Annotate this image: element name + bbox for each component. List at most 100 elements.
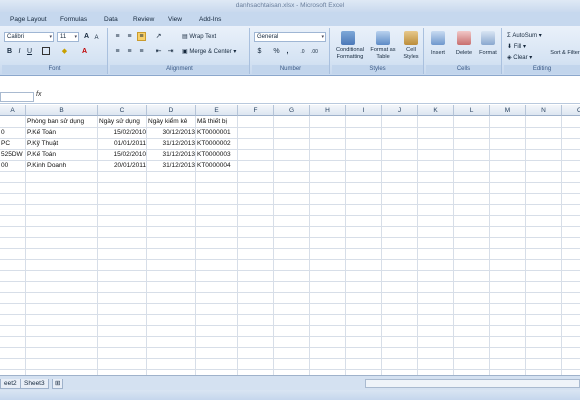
percent-button[interactable]: % (272, 47, 281, 56)
table-cell[interactable]: KT0000003 (197, 149, 237, 160)
column-header[interactable]: E (196, 105, 238, 116)
merge-center-button[interactable]: ▣ Merge & Center ▾ (182, 47, 236, 57)
insert-cells-icon[interactable] (431, 31, 445, 45)
format-label[interactable]: Format (476, 50, 500, 57)
comma-button[interactable]: , (283, 47, 292, 56)
align-bottom-icon[interactable]: ≡ (137, 32, 146, 41)
table-header-cell[interactable]: Mã thiết bị (197, 116, 237, 127)
table-cell[interactable]: P.Kỹ Thuật (27, 138, 97, 149)
insert-sheet-icon[interactable]: ⊞ (52, 379, 64, 389)
fx-icon[interactable]: fx (36, 91, 41, 98)
table-cell[interactable]: 15/02/2010 (99, 149, 146, 160)
increase-indent-icon[interactable]: ⇥ (166, 47, 175, 56)
table-cell[interactable]: P.Kinh Doanh (27, 160, 97, 171)
worksheet-grid[interactable]: A B C D E F G H I J K L M N O Phòng ban sử dụng Ngày sử … (0, 105, 580, 375)
table-cell[interactable]: 01/01/2011 (99, 138, 146, 149)
column-header[interactable]: A (0, 105, 26, 116)
table-cell[interactable]: 31/12/2013 (148, 160, 195, 171)
fill-button[interactable]: ⬇ Fill ▾ (507, 42, 526, 52)
font-color-icon[interactable]: A (80, 47, 89, 56)
format-table-icon[interactable] (376, 31, 390, 45)
cell-styles-label[interactable]: Cell Styles (398, 47, 424, 61)
tab-view[interactable]: View (168, 14, 182, 26)
delete-cells-icon[interactable] (457, 31, 471, 45)
tab-page-layout[interactable]: Page Layout (10, 14, 47, 26)
increase-decimal-icon[interactable]: .0 (298, 47, 307, 56)
table-cell[interactable]: 15/02/2010 (99, 127, 146, 138)
column-header[interactable]: G (274, 105, 310, 116)
column-header[interactable]: F (238, 105, 274, 116)
align-center-icon[interactable]: ≡ (125, 47, 134, 56)
clear-button[interactable]: ◈ Clear ▾ (507, 53, 532, 63)
table-cell[interactable]: PC (1, 138, 25, 149)
table-cell[interactable]: 20/01/2011 (99, 160, 146, 171)
column-header[interactable]: J (382, 105, 418, 116)
column-header[interactable]: I (346, 105, 382, 116)
shrink-font-icon[interactable]: A (92, 33, 101, 42)
tab-review[interactable]: Review (133, 14, 154, 26)
horizontal-scrollbar[interactable] (365, 379, 580, 388)
tab-data[interactable]: Data (104, 14, 118, 26)
column-header[interactable]: L (454, 105, 490, 116)
table-header-cell[interactable] (1, 116, 25, 127)
align-middle-icon[interactable]: ≡ (125, 32, 134, 41)
format-cells-icon[interactable] (481, 31, 495, 45)
table-header-cell[interactable]: Phòng ban sử dụng (27, 116, 97, 127)
column-header[interactable]: N (526, 105, 562, 116)
table-cell[interactable]: 31/12/2013 (148, 149, 195, 160)
column-header[interactable]: K (418, 105, 454, 116)
table-cell[interactable]: KT0000004 (197, 160, 237, 171)
column-header[interactable]: B (26, 105, 98, 116)
table-cell[interactable]: KT0000002 (197, 138, 237, 149)
formula-input[interactable] (48, 92, 578, 102)
table-cell[interactable]: P.Kế Toán (27, 127, 97, 138)
sort-filter-label[interactable]: Sort & Filter (550, 50, 580, 57)
table-cell[interactable]: 0 (1, 127, 25, 138)
table-header-cell[interactable]: Ngày sử dụng (99, 116, 146, 127)
number-format-select[interactable]: General ▾ (254, 32, 326, 42)
cell-styles-icon[interactable] (404, 31, 418, 45)
table-cell[interactable]: 30/12/2013 (148, 127, 195, 138)
table-cell[interactable]: KT0000001 (197, 127, 237, 138)
delete-label[interactable]: Delete (452, 50, 476, 57)
conditional-formatting-label[interactable]: Conditional Formatting (332, 47, 368, 61)
insert-label[interactable]: Insert (426, 50, 450, 57)
column-header[interactable]: C (98, 105, 147, 116)
name-box[interactable] (0, 92, 34, 102)
gridline (0, 193, 580, 194)
align-top-icon[interactable]: ≡ (113, 32, 122, 41)
orientation-icon[interactable]: ↗ (154, 32, 163, 41)
currency-icon[interactable]: $ (255, 47, 264, 56)
tab-formulas[interactable]: Formulas (60, 14, 87, 26)
column-header[interactable]: D (147, 105, 196, 116)
column-header[interactable]: O (562, 105, 580, 116)
borders-icon[interactable] (42, 47, 50, 55)
sheet-tab-sheet3[interactable]: Sheet3 (20, 379, 49, 389)
wrap-text-button[interactable]: ▤ Wrap Text (182, 32, 216, 42)
grow-font-icon[interactable]: A (82, 32, 91, 41)
fill-color-icon[interactable]: ◆ (60, 47, 69, 56)
format-table-label[interactable]: Format as Table (368, 47, 398, 61)
align-right-icon[interactable]: ≡ (137, 47, 146, 56)
column-header[interactable]: M (490, 105, 526, 116)
autosum-button[interactable]: Σ AutoSum ▾ (507, 31, 542, 41)
italic-button[interactable]: I (15, 47, 24, 56)
font-name-select[interactable]: Calibri ▾ (4, 32, 54, 42)
column-header[interactable]: H (310, 105, 346, 116)
bold-button[interactable]: B (5, 47, 14, 56)
align-left-icon[interactable]: ≡ (113, 47, 122, 56)
table-cell[interactable]: P.Kế Toán (27, 149, 97, 160)
conditional-formatting-icon[interactable] (341, 31, 355, 45)
decrease-decimal-icon[interactable]: .00 (310, 47, 319, 56)
font-size-select[interactable]: 11 ▾ (57, 32, 79, 42)
table-cell[interactable]: 00 (1, 160, 25, 171)
gridline (0, 259, 580, 260)
table-header-cell[interactable]: Ngày kiểm kê (148, 116, 195, 127)
underline-button[interactable]: U (25, 47, 34, 56)
tab-add-ins[interactable]: Add-Ins (199, 14, 221, 26)
table-cell[interactable]: 525DW (1, 149, 25, 160)
sheet-tab-sheet2[interactable]: eet2 (0, 379, 21, 389)
gridline (237, 105, 238, 375)
table-cell[interactable]: 31/12/2013 (148, 138, 195, 149)
decrease-indent-icon[interactable]: ⇤ (154, 47, 163, 56)
